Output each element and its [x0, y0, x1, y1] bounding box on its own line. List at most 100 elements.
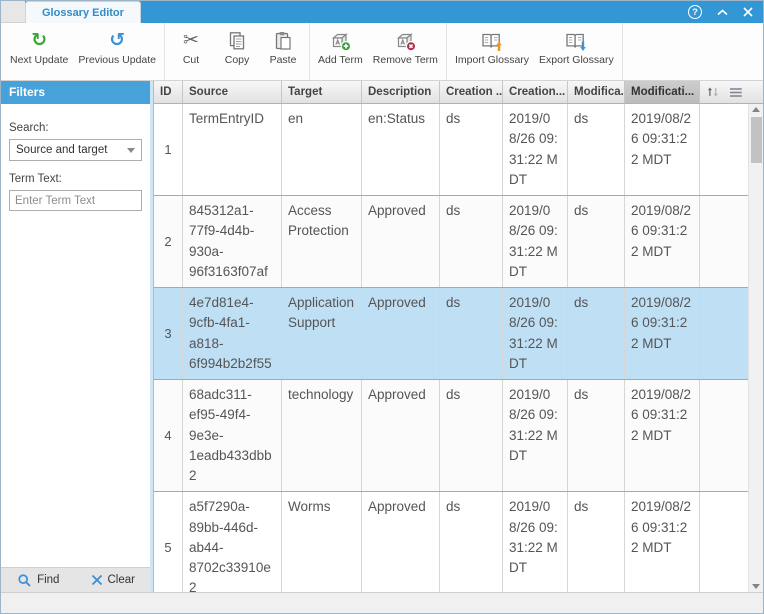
cell-modification-date[interactable]: 2019/08/26 09:31:22 MDT: [625, 380, 700, 491]
cell-filler[interactable]: [700, 196, 748, 287]
header-source[interactable]: Source: [183, 81, 282, 103]
cell-id[interactable]: 5: [154, 492, 183, 592]
cell-description[interactable]: en:Status: [362, 104, 440, 195]
cell-description[interactable]: Approved: [362, 288, 440, 379]
cell-creation-date[interactable]: 2019/08/26 09:31:22 MDT: [503, 104, 568, 195]
clipboard-paste-icon: [272, 27, 294, 54]
cell-source[interactable]: TermEntryID: [183, 104, 282, 195]
cell-filler[interactable]: [700, 104, 748, 195]
cell-filler[interactable]: [700, 288, 748, 379]
remove-term-label: Remove Term: [373, 54, 438, 67]
table-row-1[interactable]: 1 TermEntryID en en:Status ds 2019/08/26…: [154, 104, 748, 196]
cell-creation-user[interactable]: ds: [440, 288, 503, 379]
add-term-label: Add Term: [318, 54, 363, 67]
cell-target[interactable]: Access Protection: [282, 196, 362, 287]
cell-description[interactable]: Approved: [362, 196, 440, 287]
help-icon[interactable]: ?: [688, 5, 702, 19]
remove-term-button[interactable]: Remove Term: [368, 23, 443, 80]
glossary-editor-window: Glossary Editor ? ↻ Next Update ↺ Previo…: [0, 0, 764, 614]
cell-source[interactable]: 4e7d81e4-9cfb-4fa1-a818-6f994b2b2f55: [183, 288, 282, 379]
cell-source[interactable]: a5f7290a-89bb-446d-ab44-8702c33910e2: [183, 492, 282, 592]
filters-panel: Filters Search: Source and target Term T…: [1, 81, 150, 592]
cell-id[interactable]: 3: [154, 288, 183, 379]
cell-target[interactable]: Worms: [282, 492, 362, 592]
export-glossary-button[interactable]: Export Glossary: [534, 23, 619, 80]
cell-creation-date[interactable]: 2019/08/26 09:31:22 MDT: [503, 492, 568, 592]
cell-creation-user[interactable]: ds: [440, 380, 503, 491]
cell-id[interactable]: 1: [154, 104, 183, 195]
add-term-button[interactable]: Add Term: [313, 23, 368, 80]
copy-button[interactable]: Copy: [214, 23, 260, 80]
grid-header-row: ID Source Target Description Creation ..…: [154, 81, 763, 104]
table-row-3-selected[interactable]: 3 4e7d81e4-9cfb-4fa1-a818-6f994b2b2f55 A…: [154, 288, 748, 380]
cell-filler[interactable]: [700, 492, 748, 592]
toolbar-group-clipboard: ✂ Cut Copy: [165, 23, 310, 80]
cell-modification-date[interactable]: 2019/08/26 09:31:22 MDT: [625, 104, 700, 195]
cell-modification-user[interactable]: ds: [568, 288, 625, 379]
collapse-chevron-icon[interactable]: [717, 9, 728, 16]
header-creation-user[interactable]: Creation ...: [440, 81, 503, 103]
cell-creation-date[interactable]: 2019/08/26 09:31:22 MDT: [503, 288, 568, 379]
search-dropdown[interactable]: Source and target: [9, 139, 142, 161]
cell-modification-user[interactable]: ds: [568, 196, 625, 287]
header-modification-date[interactable]: Modificati...: [625, 81, 700, 103]
import-glossary-button[interactable]: Import Glossary: [450, 23, 534, 80]
tab-glossary-editor[interactable]: Glossary Editor: [25, 1, 141, 23]
header-tools: [700, 81, 748, 103]
cell-modification-user[interactable]: ds: [568, 380, 625, 491]
find-clear-bar: Find Clear: [1, 567, 150, 592]
header-description[interactable]: Description: [362, 81, 440, 103]
scroll-down-icon[interactable]: [752, 584, 760, 589]
cell-creation-user[interactable]: ds: [440, 104, 503, 195]
next-update-button[interactable]: ↻ Next Update: [5, 23, 73, 80]
table-row-5[interactable]: 5 a5f7290a-89bb-446d-ab44-8702c33910e2 W…: [154, 492, 748, 592]
cell-description[interactable]: Approved: [362, 380, 440, 491]
cell-modification-user[interactable]: ds: [568, 104, 625, 195]
glossary-grid: ID Source Target Description Creation ..…: [153, 81, 763, 592]
close-icon[interactable]: [743, 7, 753, 17]
table-row-4[interactable]: 4 68adc311-ef95-49f4-9e3e-1eadb433dbb2 t…: [154, 380, 748, 492]
cell-target[interactable]: en: [282, 104, 362, 195]
tab-bar-corner: [1, 1, 25, 23]
tab-bar: Glossary Editor ?: [1, 1, 763, 23]
term-text-input[interactable]: [9, 190, 142, 211]
paste-button[interactable]: Paste: [260, 23, 306, 80]
cell-description[interactable]: Approved: [362, 492, 440, 592]
cut-button[interactable]: ✂ Cut: [168, 23, 214, 80]
cell-modification-date[interactable]: 2019/08/26 09:31:22 MDT: [625, 492, 700, 592]
cell-target[interactable]: technology: [282, 380, 362, 491]
header-creation-date[interactable]: Creation...: [503, 81, 568, 103]
scrollbar-thumb[interactable]: [751, 117, 762, 163]
cell-creation-date[interactable]: 2019/08/26 09:31:22 MDT: [503, 196, 568, 287]
cell-modification-user[interactable]: ds: [568, 492, 625, 592]
cell-target[interactable]: Application Support: [282, 288, 362, 379]
header-id[interactable]: ID: [154, 81, 183, 103]
vertical-scrollbar[interactable]: [748, 104, 763, 592]
export-glossary-label: Export Glossary: [539, 54, 614, 67]
cell-modification-date[interactable]: 2019/08/26 09:31:22 MDT: [625, 288, 700, 379]
sort-icon[interactable]: [706, 85, 719, 99]
header-target[interactable]: Target: [282, 81, 362, 103]
scroll-up-icon[interactable]: [752, 107, 760, 112]
cell-filler[interactable]: [700, 380, 748, 491]
cell-modification-date[interactable]: 2019/08/26 09:31:22 MDT: [625, 196, 700, 287]
grid-body: 1 TermEntryID en en:Status ds 2019/08/26…: [154, 104, 763, 592]
previous-update-button[interactable]: ↺ Previous Update: [73, 23, 161, 80]
column-menu-icon[interactable]: [730, 87, 742, 98]
cell-id[interactable]: 2: [154, 196, 183, 287]
clear-x-icon: [91, 574, 103, 586]
cell-id[interactable]: 4: [154, 380, 183, 491]
find-button[interactable]: Find: [1, 568, 76, 592]
refresh-next-icon: ↻: [31, 27, 47, 54]
table-row-2[interactable]: 2 845312a1-77f9-4d4b-930a-96f3163f07af A…: [154, 196, 748, 288]
header-modification-user[interactable]: Modifica...: [568, 81, 625, 103]
cell-creation-user[interactable]: ds: [440, 196, 503, 287]
clear-button[interactable]: Clear: [76, 568, 151, 592]
cell-creation-date[interactable]: 2019/08/26 09:31:22 MDT: [503, 380, 568, 491]
grid-rows: 1 TermEntryID en en:Status ds 2019/08/26…: [154, 104, 748, 592]
toolbar-group-updates: ↻ Next Update ↺ Previous Update: [2, 23, 165, 80]
cell-creation-user[interactable]: ds: [440, 492, 503, 592]
cell-source[interactable]: 68adc311-ef95-49f4-9e3e-1eadb433dbb2: [183, 380, 282, 491]
scissors-icon: ✂: [183, 27, 199, 54]
cell-source[interactable]: 845312a1-77f9-4d4b-930a-96f3163f07af: [183, 196, 282, 287]
